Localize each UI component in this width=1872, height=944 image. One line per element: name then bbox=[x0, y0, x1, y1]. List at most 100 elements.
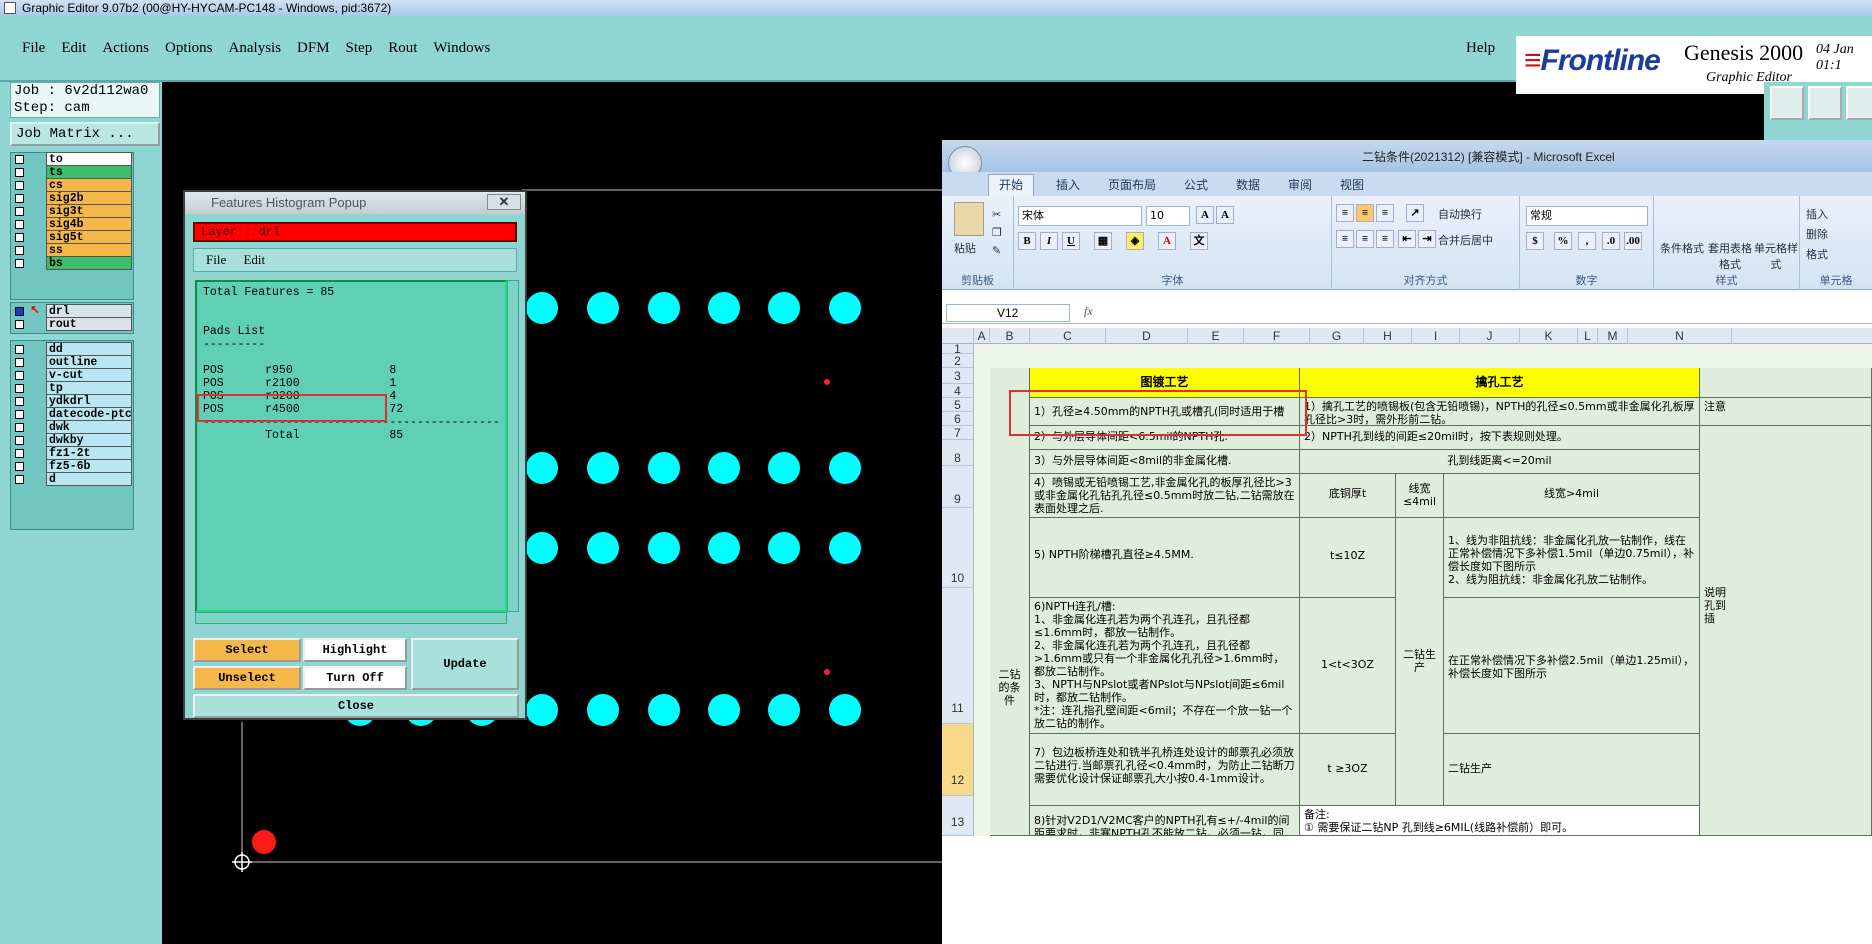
tab-view[interactable]: 视图 bbox=[1340, 176, 1364, 193]
unselect-button[interactable]: Unselect bbox=[193, 666, 301, 690]
column-header[interactable]: M bbox=[1598, 328, 1628, 344]
cell-width-small-header[interactable]: 线宽≤4mil bbox=[1396, 474, 1444, 518]
decrease-decimal-icon[interactable]: .00 bbox=[1624, 232, 1642, 250]
layer-row[interactable]: rout bbox=[10, 317, 134, 332]
copy-icon[interactable]: ❐ bbox=[992, 226, 1002, 239]
list-line[interactable]: POS r950 8 bbox=[203, 364, 499, 377]
popup-menu-file[interactable]: File bbox=[206, 252, 226, 267]
align-top-icon[interactable]: ≡ bbox=[1336, 204, 1354, 222]
header-plugging[interactable]: 擒孔工艺 bbox=[1300, 368, 1700, 398]
cell-plug-3[interactable]: 孔到线距离<=20mil bbox=[1300, 450, 1700, 474]
layer-checkbox[interactable] bbox=[15, 462, 24, 471]
side-label-cell[interactable]: 二钻的条件 bbox=[990, 368, 1030, 836]
layer-checkbox[interactable] bbox=[15, 194, 24, 203]
layer-checkbox[interactable] bbox=[15, 358, 24, 367]
row-header[interactable]: 1 bbox=[942, 343, 974, 355]
row-header[interactable]: 9 bbox=[942, 466, 974, 508]
cell-rule-8[interactable]: 8)针对V2D1/V2MC客户的NPTH孔有≤+/-4mil的间距要求时，非塞N… bbox=[1030, 806, 1300, 836]
cell-width-large-2[interactable]: 在正常补偿情况下多补偿2.5mil（单边1.25mil），补偿长度如下图所示 bbox=[1444, 598, 1700, 734]
cell-width-large-1[interactable]: 1、线为非阻抗线：非金属化孔放一钻制作，线在正常补偿情况下多补偿1.5mil（单… bbox=[1444, 518, 1700, 598]
paste-label[interactable]: 粘贴 bbox=[954, 240, 976, 256]
menu-help[interactable]: Help bbox=[1466, 40, 1495, 57]
cell-rule-3[interactable]: 3）与外层导体间距<8mil的非金属化槽. bbox=[1030, 450, 1300, 474]
update-button[interactable]: Update bbox=[411, 638, 519, 690]
font-name-select[interactable]: 宋体 bbox=[1018, 206, 1142, 226]
decrease-indent-icon[interactable]: ⇤ bbox=[1398, 230, 1416, 248]
cell-plug-2[interactable]: 2）NPTH孔到线的间距≤20mil时，按下表规则处理。 bbox=[1300, 426, 1700, 450]
cut-icon[interactable]: ✂ bbox=[992, 208, 1001, 221]
cell-width-large-3[interactable]: 二钻生产 bbox=[1444, 734, 1700, 806]
menu-step[interactable]: Step bbox=[346, 40, 373, 57]
underline-icon[interactable]: U bbox=[1062, 232, 1080, 250]
menu-analysis[interactable]: Analysis bbox=[229, 40, 282, 57]
row-header[interactable]: 11 bbox=[942, 588, 974, 724]
menu-options[interactable]: Options bbox=[165, 40, 213, 57]
merge-center-button[interactable]: 合并后居中 bbox=[1438, 232, 1493, 248]
paste-icon[interactable] bbox=[954, 202, 984, 236]
column-header[interactable]: K bbox=[1520, 328, 1578, 344]
phonetic-icon[interactable]: 文 bbox=[1190, 232, 1208, 250]
tab-review[interactable]: 审阅 bbox=[1288, 176, 1312, 193]
layer-row[interactable]: bs bbox=[10, 256, 134, 271]
select-button[interactable]: Select bbox=[193, 638, 301, 662]
cell-rule-4[interactable]: 4）喷锡或无铅喷锡工艺,非金属化孔的板厚孔径比>3或非金属化孔钻孔孔径≤0.5m… bbox=[1030, 474, 1300, 518]
layer-checkbox[interactable] bbox=[15, 246, 24, 255]
fill-color-icon[interactable]: ◈ bbox=[1126, 232, 1144, 250]
vertical-scrollbar[interactable] bbox=[507, 280, 519, 612]
popup-menu-edit[interactable]: Edit bbox=[243, 252, 265, 267]
align-bottom-icon[interactable]: ≡ bbox=[1376, 204, 1394, 222]
cell-rule-6[interactable]: 6)NPTH连孔/槽: 1、非金属化连孔若为两个孔连孔，且孔径都≤1.6mm时，… bbox=[1030, 598, 1300, 734]
row-header[interactable]: 2 bbox=[942, 354, 974, 368]
layer-checkbox[interactable] bbox=[15, 220, 24, 229]
tab-home[interactable]: 开始 bbox=[988, 174, 1035, 196]
column-header[interactable]: D bbox=[1106, 328, 1188, 344]
align-right-icon[interactable]: ≡ bbox=[1376, 230, 1394, 248]
layer-checkbox[interactable] bbox=[15, 155, 24, 164]
histogram-list[interactable]: Total Features = 85 Pads List --------- … bbox=[195, 280, 507, 612]
cell-far-right-note[interactable]: 注意 bbox=[1700, 398, 1872, 426]
italic-icon[interactable]: I bbox=[1040, 232, 1058, 250]
column-header[interactable]: I bbox=[1412, 328, 1460, 344]
menu-edit[interactable]: Edit bbox=[61, 40, 86, 57]
row-header[interactable]: 8 bbox=[942, 440, 974, 466]
conditional-format-button[interactable]: 条件格式 bbox=[1660, 240, 1704, 256]
layer-checkbox[interactable] bbox=[15, 181, 24, 190]
format-painter-icon[interactable]: ✎ bbox=[992, 244, 1001, 257]
menu-actions[interactable]: Actions bbox=[102, 40, 149, 57]
column-header[interactable]: C bbox=[1030, 328, 1106, 344]
table-format-button[interactable]: 套用表格格式 bbox=[1708, 240, 1752, 272]
turn-off-button[interactable]: Turn Off bbox=[303, 666, 407, 690]
layer-checkbox[interactable] bbox=[15, 436, 24, 445]
close-button[interactable]: Close bbox=[193, 694, 519, 718]
menu-file[interactable]: File bbox=[22, 40, 45, 57]
column-header[interactable]: G bbox=[1310, 328, 1364, 344]
tab-data[interactable]: 数据 bbox=[1236, 176, 1260, 193]
cell-far-right[interactable] bbox=[1700, 368, 1872, 398]
layer-checkbox[interactable] bbox=[15, 320, 24, 329]
layer-checkbox[interactable] bbox=[15, 423, 24, 432]
row-header[interactable]: 5 bbox=[942, 398, 974, 412]
name-box[interactable]: V12 bbox=[946, 304, 1070, 322]
column-header[interactable]: A bbox=[974, 328, 990, 344]
layer-checkbox[interactable] bbox=[15, 345, 24, 354]
cell-copper-3[interactable]: t ≥3OZ bbox=[1300, 734, 1396, 806]
cell-width-large-header[interactable]: 线宽>4mil bbox=[1444, 474, 1700, 518]
row-header[interactable]: 6 bbox=[942, 412, 974, 426]
row-header[interactable]: 4 bbox=[942, 384, 974, 398]
row-header[interactable]: 10 bbox=[942, 508, 974, 588]
align-center-icon[interactable]: ≡ bbox=[1356, 230, 1374, 248]
align-left-icon[interactable]: ≡ bbox=[1336, 230, 1354, 248]
tool-button[interactable] bbox=[1846, 86, 1872, 120]
format-cells-button[interactable]: 格式 bbox=[1806, 246, 1828, 262]
cell-copper-header[interactable]: 底铜厚t bbox=[1300, 474, 1396, 518]
increase-decimal-icon[interactable]: .0 bbox=[1602, 232, 1620, 250]
bold-icon[interactable]: B bbox=[1018, 232, 1036, 250]
tool-button[interactable] bbox=[1808, 86, 1842, 120]
delete-cells-button[interactable]: 删除 bbox=[1806, 226, 1828, 242]
column-header[interactable]: B bbox=[990, 328, 1030, 344]
job-matrix-button[interactable]: Job Matrix ... bbox=[10, 122, 160, 146]
number-format-select[interactable]: 常规 bbox=[1526, 206, 1648, 226]
layer-checkbox[interactable] bbox=[15, 307, 24, 316]
cell-far-right-desc[interactable]: 说明 孔到 插 bbox=[1700, 426, 1872, 836]
layer-checkbox[interactable] bbox=[15, 384, 24, 393]
